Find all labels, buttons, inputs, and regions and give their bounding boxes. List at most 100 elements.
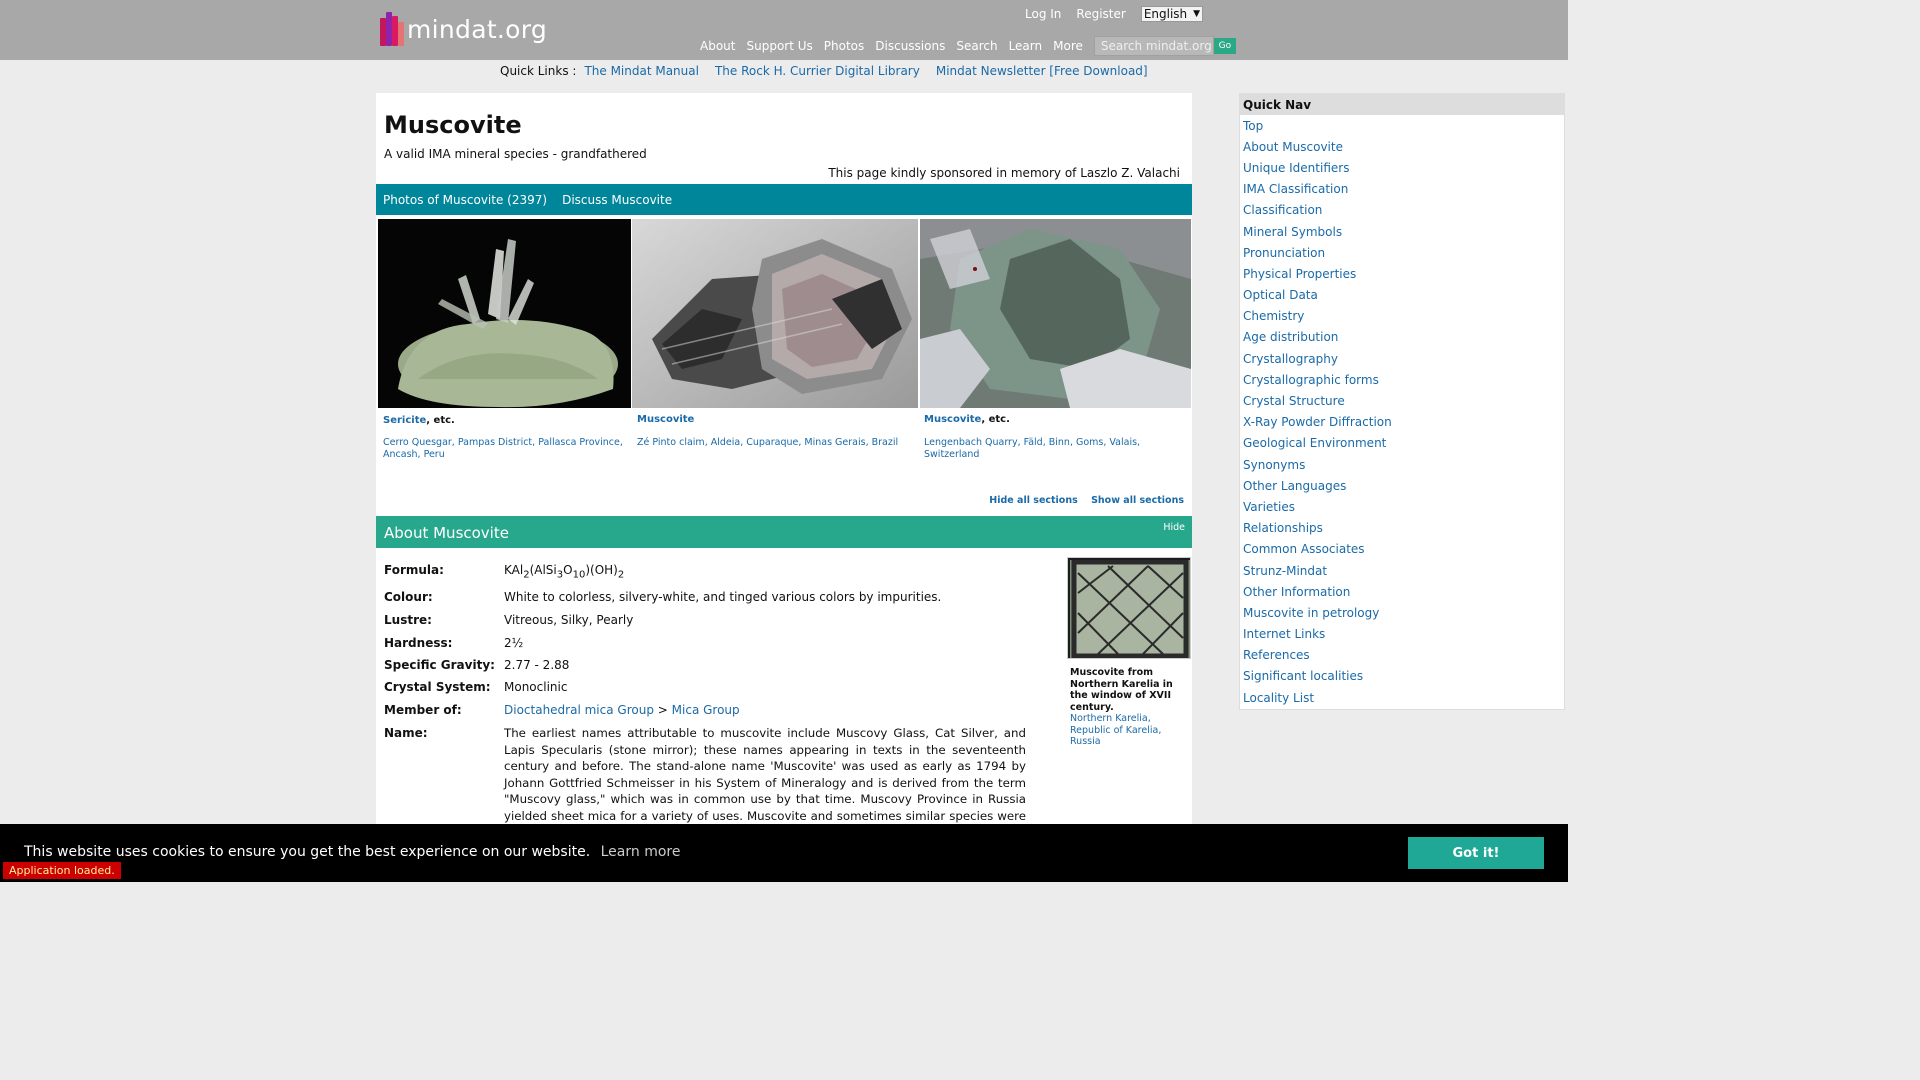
member-of-value: Dioctahedral mica Group > Mica Group [504,703,740,717]
quick-nav-item[interactable]: Other Languages [1243,475,1564,496]
nav-about[interactable]: About [700,39,735,53]
about-section-title: About Muscovite [384,524,509,542]
main-nav: About Support Us Photos Discussions Sear… [700,36,1236,56]
quick-nav-item[interactable]: X-Ray Powder Diffraction [1243,412,1564,433]
property-label: Hardness: [384,636,453,650]
quick-nav-item[interactable]: Chemistry [1243,306,1564,327]
nav-learn[interactable]: Learn [1009,39,1043,53]
page-title: Muscovite [384,111,522,139]
quick-nav-item[interactable]: About Muscovite [1243,136,1564,157]
quick-nav-title: Quick Nav [1240,94,1564,115]
cookie-message: This website uses cookies to ensure you … [24,844,680,860]
about-hide-link[interactable]: Hide [1163,522,1185,533]
quick-link-library[interactable]: The Rock H. Currier Digital Library [715,64,920,78]
login-link[interactable]: Log In [1025,7,1061,21]
logo-icon [380,12,404,46]
photo-caption-3: Muscovite, etc. [924,414,1010,425]
property-label: Name: [384,726,428,740]
photo-caption-1: Sericite, etc. [383,415,455,426]
quick-nav-item[interactable]: Physical Properties [1243,263,1564,284]
group-link-dioctahedral[interactable]: Dioctahedral mica Group [504,703,654,717]
quick-nav-item[interactable]: Crystallographic forms [1243,369,1564,390]
property-value: Monoclinic [504,680,568,694]
quick-link-newsletter[interactable]: Mindat Newsletter [Free Download] [936,64,1148,78]
property-value: Vitreous, Silky, Pearly [504,613,634,627]
account-links: Log In Register English ▼ [1025,6,1204,22]
quick-nav-item[interactable]: Common Associates [1243,539,1564,560]
sponsor-note: This page kindly sponsored in memory of … [828,166,1180,180]
about-section-header: About Muscovite Hide [376,516,1192,548]
photo-image [632,219,918,408]
nav-discussions[interactable]: Discussions [875,39,945,53]
quick-nav-item[interactable]: Geological Environment [1243,433,1564,454]
photo-image [920,219,1191,408]
photo-muscovite-brazil[interactable] [632,219,918,408]
quick-nav-item[interactable]: Internet Links [1243,624,1564,645]
quick-nav-item[interactable]: Unique Identifiers [1243,157,1564,178]
quick-nav-item[interactable]: Varieties [1243,496,1564,517]
quick-nav-item[interactable]: Locality List [1243,687,1564,708]
cookie-learn-more-link[interactable]: Learn more [601,844,681,860]
nav-support-us[interactable]: Support Us [746,39,812,53]
photo-locality-2[interactable]: Zé Pinto claim, Aldeia, Cuparaque, Minas… [637,437,917,449]
group-link-mica[interactable]: Mica Group [672,703,740,717]
photo-mineral-link-1[interactable]: Sericite [383,415,426,426]
property-label: Lustre: [384,613,432,627]
cookie-text: This website uses cookies to ensure you … [24,844,591,860]
photo-muscovite-switzerland[interactable] [920,219,1191,408]
nav-search[interactable]: Search [956,39,997,53]
quick-nav-item[interactable]: Age distribution [1243,327,1564,348]
quick-link-manual[interactable]: The Mindat Manual [584,64,699,78]
quick-nav-item[interactable]: Muscovite in petrology [1243,602,1564,623]
quick-nav-item[interactable]: Synonyms [1243,454,1564,475]
hide-all-sections-link[interactable]: Hide all sections [989,495,1077,506]
quick-nav-item[interactable]: Crystal Structure [1243,390,1564,411]
cookie-banner: This website uses cookies to ensure you … [0,824,1568,882]
side-photo-window[interactable] [1067,557,1191,659]
property-label: Member of: [384,703,462,717]
quick-nav-item[interactable]: Optical Data [1243,285,1564,306]
quick-nav: Quick Nav Top About Muscovite Unique Ident… [1239,93,1565,710]
photo-locality-1[interactable]: Cerro Quesgar, Pampas District, Pallasca… [383,437,623,461]
page-subtitle: A valid IMA mineral species - grandfathe… [384,147,647,161]
site-header: mindat.org Log In Register English ▼ Abo… [0,0,1568,60]
quick-nav-item[interactable]: Relationships [1243,518,1564,539]
tab-discuss[interactable]: Discuss Muscovite [562,193,672,207]
logo-text: mindat.org [407,14,548,44]
quick-nav-item[interactable]: IMA Classification [1243,179,1564,200]
quick-nav-item[interactable]: Classification [1243,200,1564,221]
property-label: Crystal System: [384,680,491,694]
side-photo-caption: Muscovite from Northern Karelia in the w… [1070,667,1173,713]
show-all-sections-link[interactable]: Show all sections [1091,495,1184,506]
nav-more[interactable]: More [1053,39,1083,53]
nav-photos[interactable]: Photos [824,39,864,53]
chevron-down-icon: ▼ [1193,9,1201,19]
status-badge: Application loaded. [3,862,121,879]
quick-nav-item[interactable]: Pronunciation [1243,242,1564,263]
side-photo-locality[interactable]: Northern Karelia, Republic of Karelia, R… [1070,713,1190,748]
search-go-button[interactable]: Go [1213,38,1236,54]
site-logo[interactable]: mindat.org [380,12,547,46]
property-label: Formula: [384,563,444,577]
quick-nav-item[interactable]: References [1243,645,1564,666]
photo-locality-3[interactable]: Lengenbach Quarry, Fäld, Binn, Goms, Val… [924,437,1189,461]
photo-mineral-link-2[interactable]: Muscovite [637,414,694,425]
language-select[interactable]: English ▼ [1140,6,1204,22]
search-placeholder: Search mindat.org [1100,39,1212,53]
quick-nav-item[interactable]: Top [1243,115,1564,136]
quick-nav-item[interactable]: Other Information [1243,581,1564,602]
photo-suffix-1: , etc. [426,415,455,426]
quick-nav-item[interactable]: Crystallography [1243,348,1564,369]
photo-sericite[interactable] [378,219,631,408]
quick-nav-item[interactable]: Significant localities [1243,666,1564,687]
tab-photos[interactable]: Photos of Muscovite (2397) [383,193,547,207]
cookie-accept-button[interactable]: Got it! [1408,837,1544,869]
quick-nav-item[interactable]: Mineral Symbols [1243,221,1564,242]
group-separator: > [657,703,668,717]
property-value: 2.77 - 2.88 [504,658,570,672]
photo-mineral-link-3[interactable]: Muscovite [924,414,981,425]
register-link[interactable]: Register [1076,7,1125,21]
property-label: Specific Gravity: [384,658,495,672]
quick-nav-item[interactable]: Strunz-Mindat [1243,560,1564,581]
search-input[interactable]: Search mindat.org [1093,36,1214,56]
